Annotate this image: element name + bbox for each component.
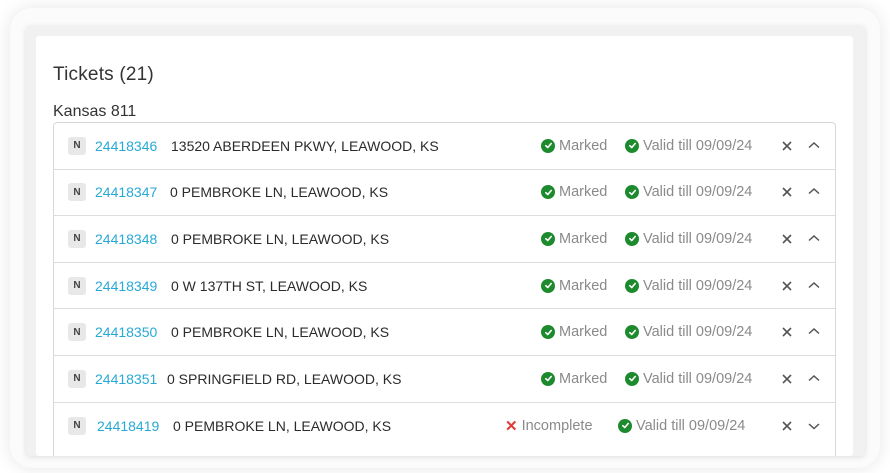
close-icon[interactable] <box>779 278 795 294</box>
ticket-status: ✕ Incomplete <box>505 417 593 435</box>
tickets-card: Tickets (21) Kansas 811 N 24418346 13520… <box>36 36 853 456</box>
chevron-up-icon[interactable] <box>806 324 822 340</box>
close-icon[interactable] <box>779 138 795 154</box>
chevron-up-icon[interactable] <box>806 138 822 154</box>
ticket-validity-label: Valid till 09/09/24 <box>643 230 753 247</box>
chevron-up-icon[interactable] <box>806 371 822 387</box>
ticket-address: 0 PEMBROKE LN, LEAWOOD, KS <box>173 417 392 434</box>
ticket-validity: Valid till 09/09/24 <box>625 184 752 200</box>
close-icon[interactable] <box>779 324 795 340</box>
ticket-row[interactable]: N 24418346 13520 ABERDEEN PKWY, LEAWOOD,… <box>54 123 835 170</box>
ticket-row[interactable]: N 24418347 0 PEMBROKE LN, LEAWOOD, KS Ma… <box>54 170 835 217</box>
check-circle-icon <box>625 185 639 200</box>
check-circle-icon <box>541 278 555 293</box>
ticket-type-badge: N <box>68 369 86 388</box>
check-circle-icon <box>625 138 639 153</box>
check-circle-icon <box>625 231 639 246</box>
check-circle-icon <box>541 231 555 246</box>
check-circle-icon <box>625 325 639 340</box>
ticket-type-badge: N <box>68 183 86 202</box>
chevron-up-icon[interactable] <box>806 278 822 294</box>
ticket-validity: Valid till 09/09/24 <box>625 278 752 294</box>
ticket-status: Marked <box>541 324 607 340</box>
check-circle-icon <box>541 371 555 386</box>
ticket-validity-label: Valid till 09/09/24 <box>643 137 753 154</box>
ticket-status-label: Marked <box>559 370 608 387</box>
close-icon[interactable] <box>779 371 795 387</box>
close-icon[interactable] <box>779 418 795 434</box>
ticket-validity: Valid till 09/09/24 <box>625 324 752 340</box>
ticket-row[interactable]: N 24418419 0 PEMBROKE LN, LEAWOOD, KS ✕ I… <box>54 403 835 450</box>
x-icon: ✕ <box>505 417 518 435</box>
page-title: Tickets (21) <box>53 64 154 85</box>
ticket-status: Marked <box>541 278 607 294</box>
ticket-row[interactable]: N 24418351 0 SPRINGFIELD RD, LEAWOOD, KS… <box>54 356 835 403</box>
section-title: Kansas 811 <box>53 103 137 120</box>
ticket-status-label: Incomplete <box>521 417 593 434</box>
ticket-status-label: Marked <box>559 137 608 154</box>
ticket-id-link[interactable]: 24418351 <box>95 371 157 387</box>
ticket-status-label: Marked <box>559 230 608 247</box>
ticket-status-label: Marked <box>559 324 608 341</box>
ticket-type-badge: N <box>68 276 86 295</box>
ticket-validity-label: Valid till 09/09/24 <box>643 324 753 341</box>
ticket-status: Marked <box>541 138 607 154</box>
ticket-validity-label: Valid till 09/09/24 <box>643 184 753 201</box>
ticket-validity-label: Valid till 09/09/24 <box>636 417 746 434</box>
ticket-row[interactable]: N 24418348 0 PEMBROKE LN, LEAWOOD, KS Ma… <box>54 216 835 263</box>
ticket-id-link[interactable]: 24418347 <box>95 184 157 200</box>
ticket-address: 0 W 137TH ST, LEAWOOD, KS <box>171 277 368 294</box>
ticket-status: Marked <box>541 184 607 200</box>
chevron-up-icon[interactable] <box>806 184 822 200</box>
check-circle-icon <box>625 278 639 293</box>
ticket-address: 0 PEMBROKE LN, LEAWOOD, KS <box>171 230 390 247</box>
ticket-id-link[interactable]: 24418346 <box>95 138 157 154</box>
chevron-down-icon[interactable] <box>806 418 822 434</box>
check-circle-icon <box>625 371 639 386</box>
chevron-up-icon[interactable] <box>806 231 822 247</box>
ticket-status: Marked <box>541 231 607 247</box>
ticket-list: N 24418346 13520 ABERDEEN PKWY, LEAWOOD,… <box>53 122 836 456</box>
tickets-panel: Tickets (21) Kansas 811 N 24418346 13520… <box>26 26 865 456</box>
ticket-row[interactable]: N 24418350 0 PEMBROKE LN, LEAWOOD, KS Ma… <box>54 309 835 356</box>
ticket-type-badge: N <box>68 229 86 248</box>
ticket-validity: Valid till 09/09/24 <box>625 138 752 154</box>
ticket-validity-label: Valid till 09/09/24 <box>643 370 753 387</box>
ticket-address: 13520 ABERDEEN PKWY, LEAWOOD, KS <box>171 137 439 154</box>
close-icon[interactable] <box>779 231 795 247</box>
ticket-address: 0 SPRINGFIELD RD, LEAWOOD, KS <box>167 370 402 387</box>
ticket-address: 0 PEMBROKE LN, LEAWOOD, KS <box>171 324 390 341</box>
ticket-validity: Valid till 09/09/24 <box>625 371 752 387</box>
check-circle-icon <box>618 418 632 433</box>
ticket-type-badge: N <box>68 323 86 342</box>
close-icon[interactable] <box>779 184 795 200</box>
ticket-validity-label: Valid till 09/09/24 <box>643 277 753 294</box>
ticket-status-label: Marked <box>559 277 608 294</box>
ticket-type-badge: N <box>68 416 86 435</box>
check-circle-icon <box>541 185 555 200</box>
check-circle-icon <box>541 138 555 153</box>
ticket-id-link[interactable]: 24418419 <box>97 418 159 434</box>
ticket-id-link[interactable]: 24418348 <box>95 231 157 247</box>
ticket-id-link[interactable]: 24418350 <box>95 324 157 340</box>
ticket-status-label: Marked <box>559 184 608 201</box>
ticket-row[interactable]: N 24418349 0 W 137TH ST, LEAWOOD, KS Mar… <box>54 263 835 310</box>
ticket-status: Marked <box>541 371 607 387</box>
ticket-validity: Valid till 09/09/24 <box>625 231 752 247</box>
ticket-type-badge: N <box>68 136 86 155</box>
check-circle-icon <box>541 325 555 340</box>
ticket-validity: Valid till 09/09/24 <box>618 418 745 434</box>
ticket-id-link[interactable]: 24418349 <box>95 278 157 294</box>
ticket-address: 0 PEMBROKE LN, LEAWOOD, KS <box>170 184 389 201</box>
